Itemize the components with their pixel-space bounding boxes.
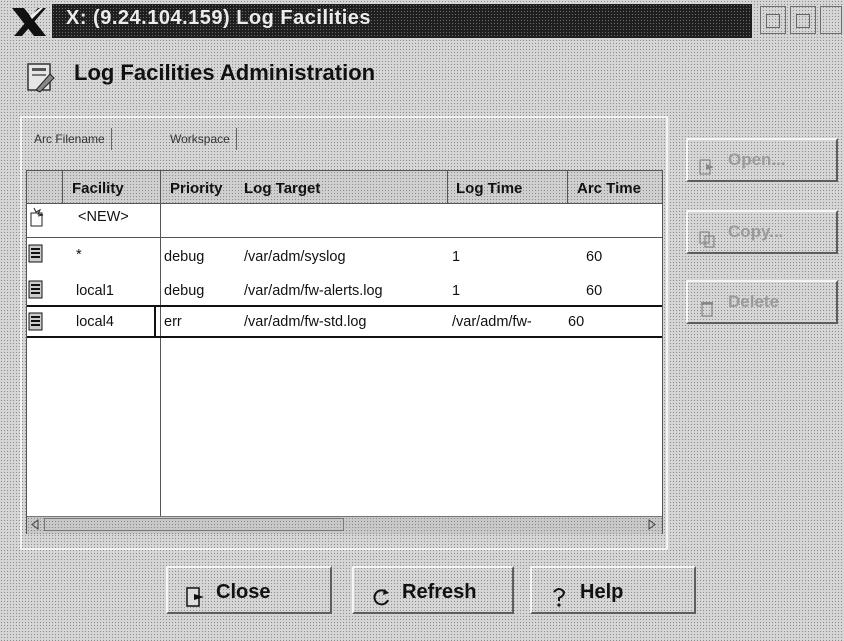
open-button-label: Open... — [728, 150, 786, 169]
scroll-right-icon[interactable] — [646, 518, 658, 531]
delete-button-label: Delete — [728, 292, 780, 311]
new-row-facility[interactable]: <NEW> — [78, 204, 129, 230]
refresh-button[interactable]: Refresh — [352, 566, 514, 614]
divider — [154, 307, 156, 336]
help-button-label: Help — [580, 581, 624, 603]
row-1-facility[interactable]: * — [76, 242, 82, 268]
row-2-arc-time[interactable]: 60 — [586, 278, 602, 304]
row-3-priority[interactable]: err — [164, 309, 182, 335]
open-icon — [698, 151, 716, 175]
scrollbar-thumb[interactable] — [44, 518, 344, 531]
column-header-priority[interactable]: Priority — [170, 174, 223, 204]
window-title: X: (9.24.104.159) Log Facilities — [66, 7, 372, 29]
row-3-arc-time[interactable]: 60 — [568, 309, 584, 335]
row-1-arc-time[interactable]: 60 — [586, 244, 602, 270]
column-header-facility[interactable]: Facility — [72, 174, 124, 204]
divider — [447, 171, 448, 203]
tab-workspace[interactable]: Workspace — [164, 128, 237, 150]
divider — [27, 305, 662, 307]
row-1-log-target[interactable]: /var/adm/syslog — [244, 244, 346, 270]
row-3-log-time[interactable]: /var/adm/fw- — [452, 309, 532, 335]
row-1-priority[interactable]: debug — [164, 244, 204, 270]
tab-arc-filename[interactable]: Arc Filename — [28, 128, 112, 150]
row-1-log-time[interactable]: 1 — [452, 244, 460, 270]
divider — [27, 336, 662, 338]
column-header-log-time[interactable]: Log Time — [456, 174, 522, 204]
divider — [62, 171, 63, 203]
row-2-facility[interactable]: local1 — [76, 278, 114, 304]
facility-icon — [28, 312, 44, 337]
divider — [27, 237, 662, 238]
refresh-button-label: Refresh — [402, 581, 477, 603]
row-3-facility[interactable]: local4 — [76, 309, 114, 335]
facility-icon — [28, 244, 44, 269]
row-2-log-target[interactable]: /var/adm/fw-alerts.log — [244, 278, 383, 304]
copy-icon — [698, 223, 716, 248]
facility-icon — [28, 280, 44, 305]
divider — [160, 171, 161, 516]
help-button[interactable]: Help — [530, 566, 696, 614]
copy-button[interactable]: Copy... — [686, 210, 838, 254]
minimize-icon[interactable] — [760, 6, 786, 34]
exit-door-icon — [184, 580, 206, 607]
open-button[interactable]: Open... — [686, 138, 838, 182]
delete-icon — [698, 293, 716, 317]
delete-button[interactable]: Delete — [686, 280, 838, 324]
help-icon — [548, 580, 570, 607]
maximize-icon[interactable] — [790, 6, 816, 34]
admin-document-icon — [24, 60, 58, 94]
copy-button-label: Copy... — [728, 222, 784, 241]
divider — [567, 171, 568, 203]
new-entry-icon — [28, 207, 46, 227]
row-2-priority[interactable]: debug — [164, 278, 204, 304]
refresh-icon — [370, 580, 392, 606]
row-3-log-target[interactable]: /var/adm/fw-std.log — [244, 309, 367, 335]
close-button-label: Close — [216, 581, 271, 603]
column-header-arc-time[interactable]: Arc Time — [577, 174, 641, 204]
x-logo-icon — [10, 6, 48, 38]
row-2-log-time[interactable]: 1 — [452, 278, 460, 304]
close-icon[interactable] — [820, 6, 842, 34]
page-title: Log Facilities Administration — [74, 60, 376, 85]
column-header-log-target[interactable]: Log Target — [244, 174, 320, 204]
scroll-left-icon[interactable] — [29, 518, 41, 531]
close-button[interactable]: Close — [166, 566, 332, 614]
